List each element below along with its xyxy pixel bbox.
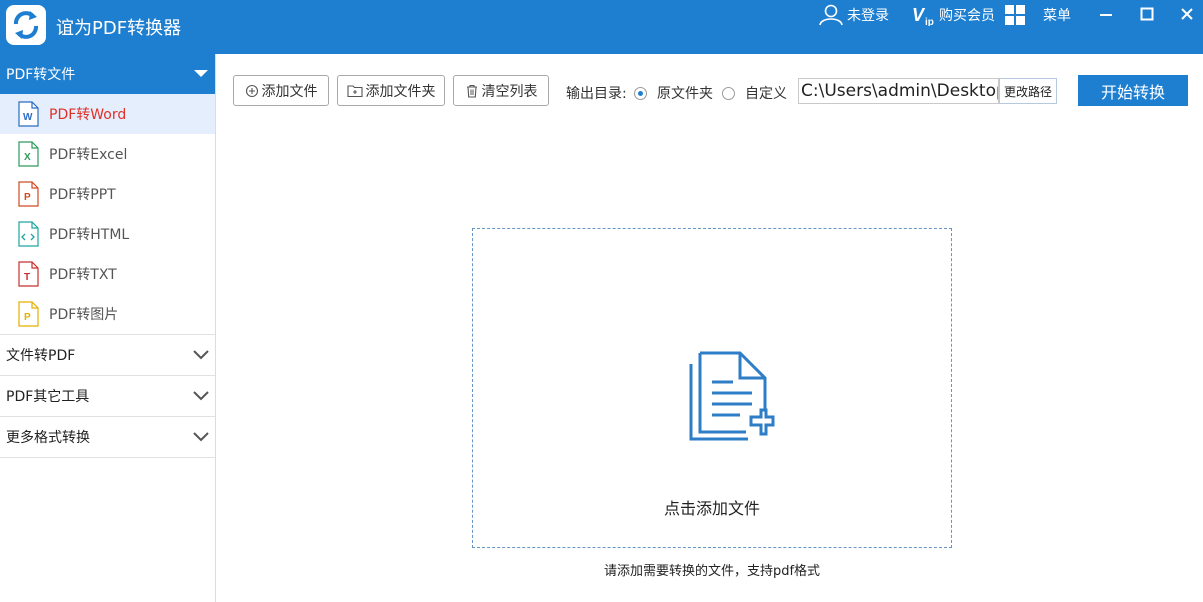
sidebar-group-pdf-to-file[interactable]: PDF转文件 [0,54,215,94]
svg-text:W: W [23,112,33,123]
txt-file-icon: T [18,261,39,287]
radio-original-folder[interactable]: 原文件夹 [634,83,713,103]
svg-text:ip: ip [925,17,934,26]
sidebar-item-label: PDF转Word [49,107,127,123]
app-logo-icon [6,5,46,45]
sidebar-item-pdf-to-txt[interactable]: T PDF转TXT [0,254,215,294]
plus-circle-icon [245,84,258,97]
close-icon [1181,8,1193,20]
close-button[interactable] [1175,4,1199,24]
file-drop-zone[interactable]: 点击添加文件 [472,228,952,548]
svg-text:P: P [24,192,31,203]
sidebar-item-pdf-to-image[interactable]: P PDF转图片 [0,294,215,334]
svg-text:X: X [24,152,31,163]
sidebar-group-pdf-tools[interactable]: PDF其它工具 [0,376,215,417]
change-path-button[interactable]: 更改路径 [999,78,1057,104]
sidebar-item-label: PDF转TXT [49,267,117,283]
sidebar: PDF转文件 W PDF转Word X PDF转Excel P PDF转PPT … [0,54,216,602]
maximize-icon [1140,7,1154,21]
login-label: 未登录 [847,8,889,24]
output-path-field[interactable]: C:\Users\admin\Desktop [798,78,999,104]
sidebar-group-label: PDF其它工具 [6,389,90,405]
radio-checked-icon [634,86,647,100]
sidebar-sub-list: W PDF转Word X PDF转Excel P PDF转PPT PDF转HTM… [0,94,215,335]
sidebar-item-label: PDF转PPT [49,187,116,203]
chevron-down-icon [193,350,209,360]
sidebar-group-file-to-pdf[interactable]: 文件转PDF [0,335,215,376]
menu-label: 菜单 [1043,8,1071,24]
sidebar-item-pdf-to-word[interactable]: W PDF转Word [0,94,215,134]
radio-custom-label: 自定义 [745,86,787,102]
ppt-file-icon: P [18,181,39,207]
drop-zone-label: 点击添加文件 [663,499,760,518]
minimize-button[interactable] [1094,4,1118,24]
svg-text:V: V [912,5,926,25]
sidebar-item-label: PDF转图片 [49,307,119,323]
svg-text:P: P [24,312,31,323]
add-file-button[interactable]: 添加文件 [233,75,329,106]
clear-list-button[interactable]: 清空列表 [453,75,549,106]
sidebar-item-pdf-to-ppt[interactable]: P PDF转PPT [0,174,215,214]
sidebar-group-label: 文件转PDF [6,348,76,364]
word-file-icon: W [18,101,39,127]
chevron-down-icon [193,432,209,442]
caret-down-icon [194,70,208,77]
buy-vip-button[interactable]: V ip 购买会员 [912,4,995,26]
sidebar-group-label: 更多格式转换 [6,430,90,446]
radio-unchecked-icon [722,86,735,100]
minimize-icon [1100,14,1112,16]
excel-file-icon: X [18,141,39,167]
sidebar-item-label: PDF转HTML [49,227,130,243]
vip-icon: V ip [912,5,934,26]
grid-icon [1005,5,1025,25]
html-file-icon [18,221,39,247]
radio-original-label: 原文件夹 [657,86,713,102]
clear-list-label: 清空列表 [481,83,538,100]
folder-add-icon [346,84,363,97]
vip-label: 购买会员 [939,8,995,24]
sidebar-item-pdf-to-html[interactable]: PDF转HTML [0,214,215,254]
add-folder-button[interactable]: 添加文件夹 [337,75,445,106]
sidebar-group-label: PDF转文件 [6,67,76,83]
add-file-label: 添加文件 [261,83,318,100]
supported-format-hint: 请添加需要转换的文件，支持pdf格式 [603,564,821,579]
sidebar-item-pdf-to-excel[interactable]: X PDF转Excel [0,134,215,174]
svg-text:T: T [24,272,30,283]
app-title: 谊为PDF转换器 [56,18,182,39]
trash-icon [466,84,477,98]
chevron-down-icon [193,391,209,401]
title-bar: 谊为PDF转换器 未登录 V ip 购买会员 菜单 [0,0,1203,54]
menu-button[interactable]: 菜单 [1004,4,1071,26]
maximize-button[interactable] [1135,4,1159,24]
user-icon [819,4,843,26]
login-button[interactable]: 未登录 [818,4,889,26]
output-dir-label: 输出目录: [566,86,627,102]
start-convert-button[interactable]: 开始转换 [1078,75,1188,106]
add-folder-label: 添加文件夹 [365,83,436,100]
image-file-icon: P [18,301,39,327]
sidebar-group-more-formats[interactable]: 更多格式转换 [0,417,215,458]
radio-custom-folder[interactable]: 自定义 [722,83,787,103]
sidebar-item-label: PDF转Excel [49,147,128,163]
add-document-icon [689,351,775,441]
